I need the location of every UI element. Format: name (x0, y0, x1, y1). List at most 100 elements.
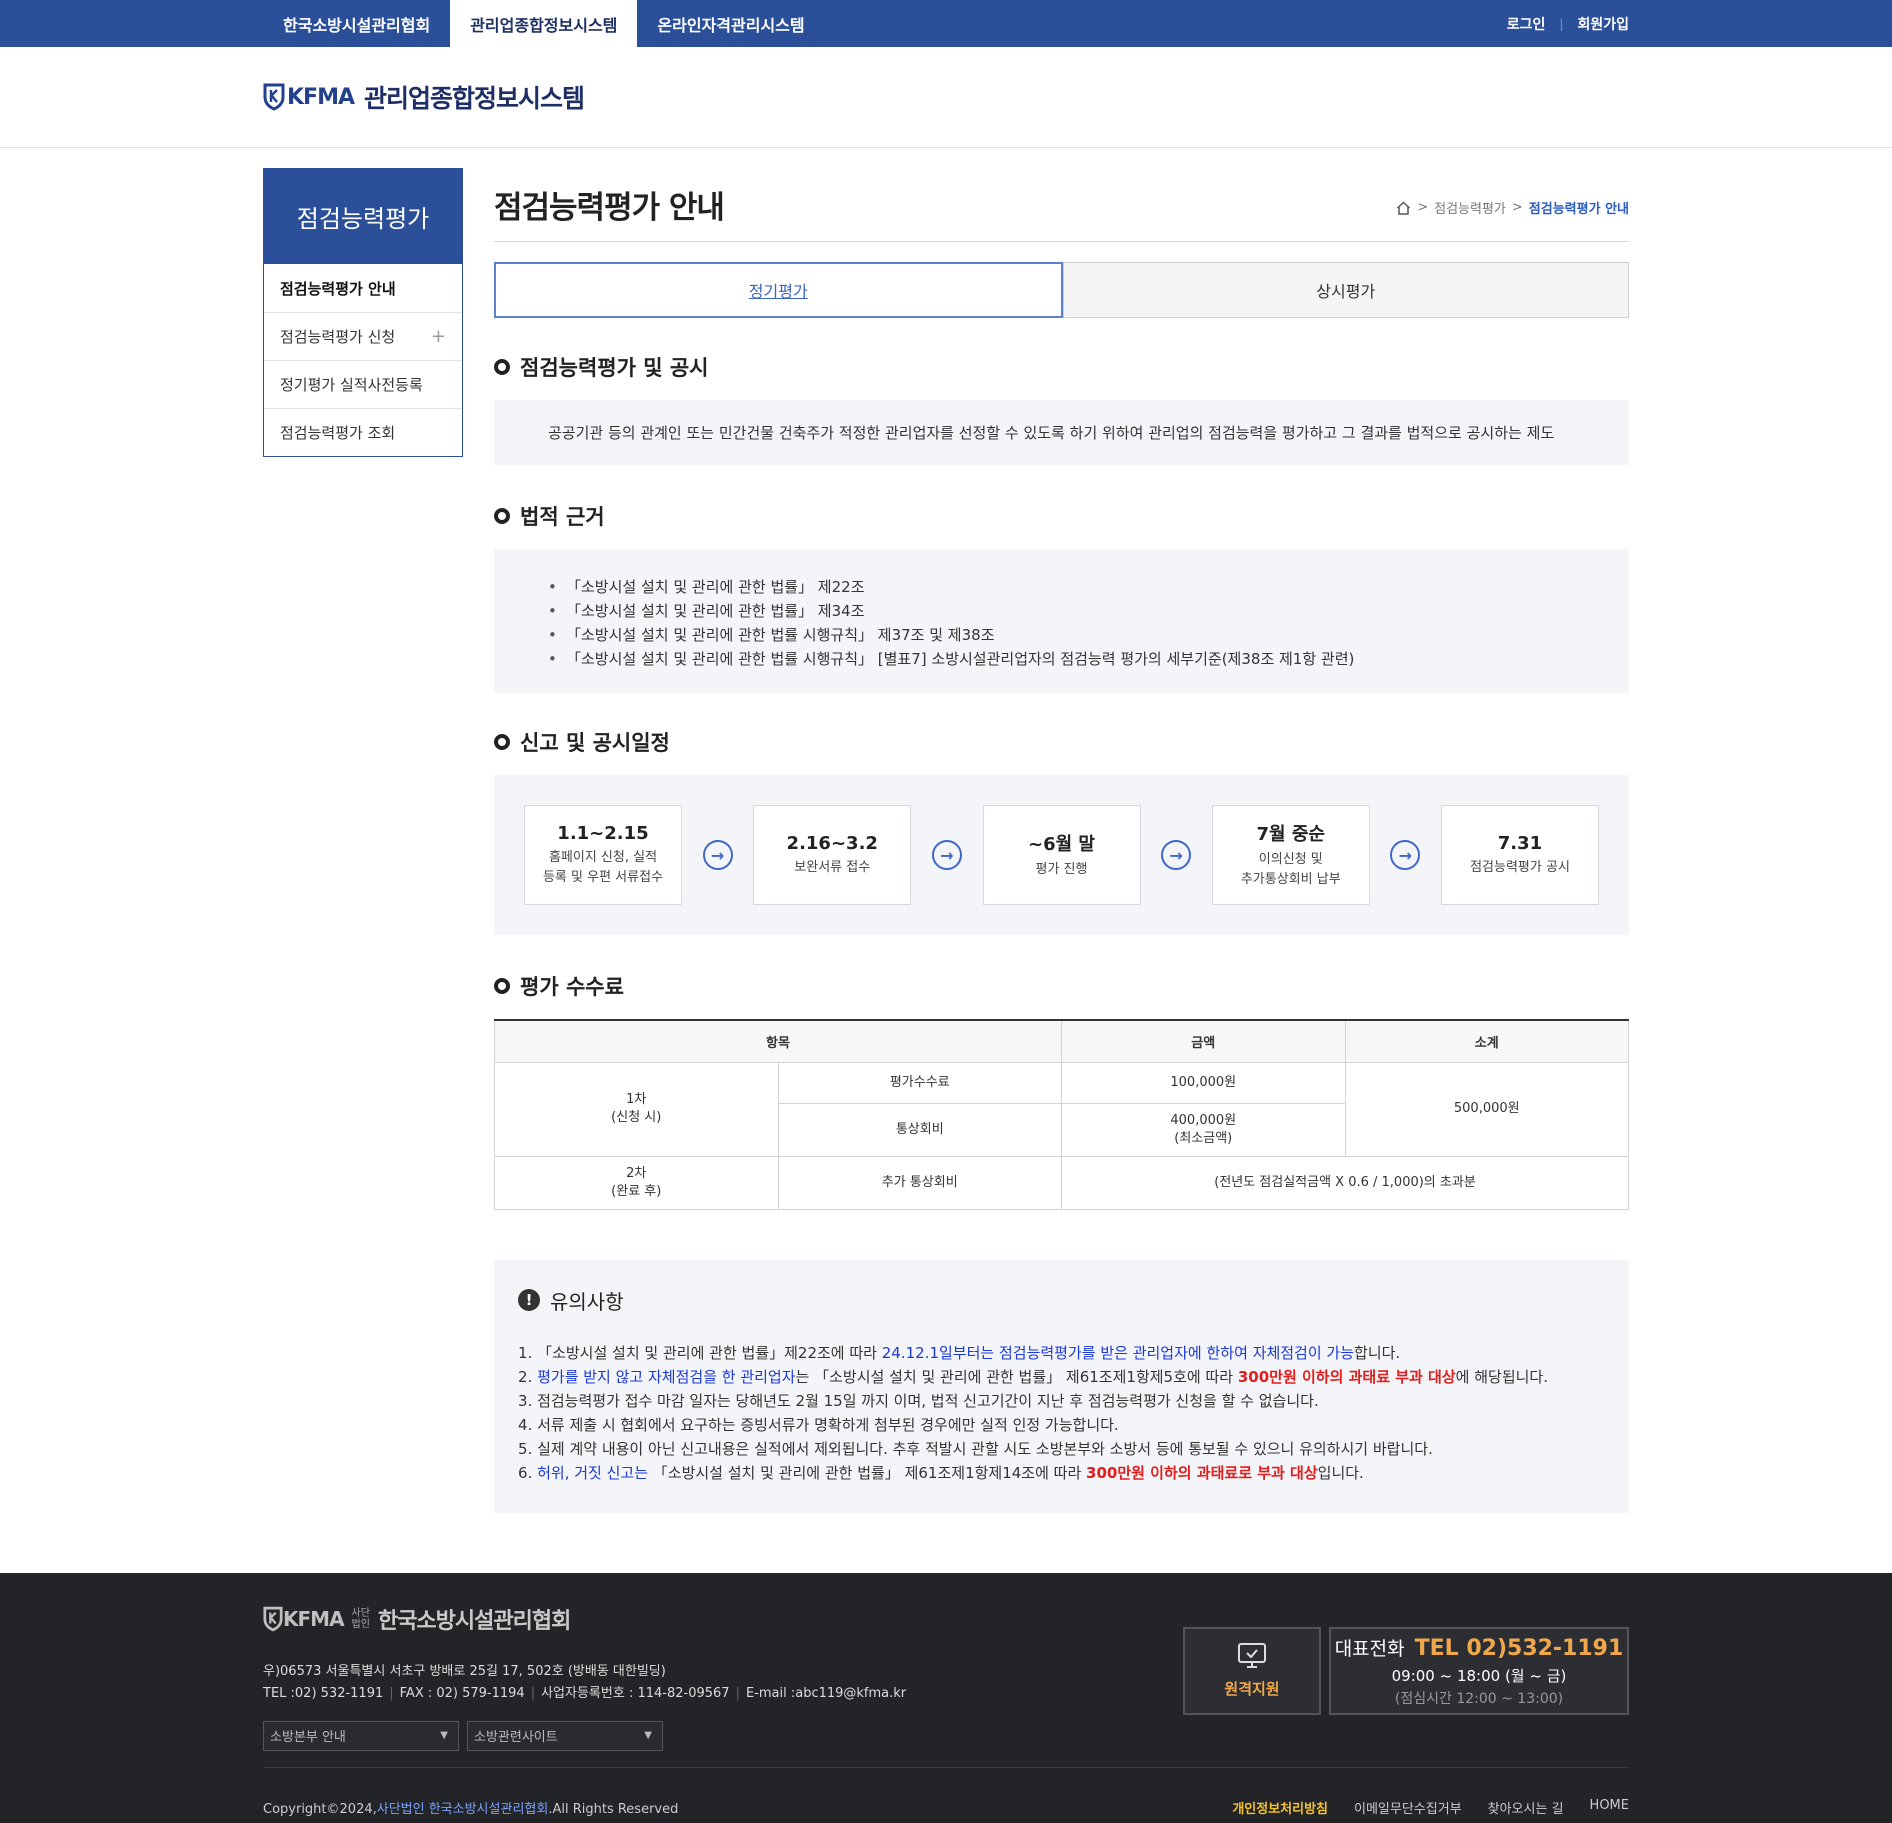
footer-logo-mark: KFMA (263, 1606, 345, 1632)
step-desc: 추가통상회비 납부 (1240, 872, 1341, 887)
privacy-policy-link[interactable]: 개인정보처리방침 (1232, 1798, 1328, 1817)
copyright-text: .All Rights Reserved (548, 1801, 679, 1817)
list-item: 3. 점검능력평가 접수 마감 일자는 당해년도 2월 15일 까지 이며, 법… (518, 1391, 1319, 1410)
caret-down-icon: ▼ (644, 1730, 652, 1741)
content-area: 점검능력평가 점검능력평가 안내 점검능력평가 신청 + 정기평가 실적사전등록… (263, 148, 1629, 1573)
footer-bottom: Copyright©2024,사단법인 한국소방시설관리협회.All Right… (263, 1766, 1629, 1817)
section-title: 평가 수수료 (494, 971, 1629, 1001)
list-item: 1. 「소방시설 설치 및 관리에 관한 법률」제22조에 따라 24.12.1… (518, 1341, 1605, 1365)
footer-selects: 소방본부 안내 ▼ 소방관련사이트 ▼ (263, 1720, 1629, 1751)
notice-text: 2. (518, 1367, 538, 1386)
tab-continuous-evaluation[interactable]: 상시평가 (1062, 262, 1629, 318)
list-item: 5. 실제 계약 내용이 아닌 신고내용은 실적에서 제외됩니다. 추후 적발시… (518, 1439, 1433, 1458)
table-cell: 1차 (신청 시) (494, 1061, 779, 1157)
lunch-hours: (점심시간 12:00 ~ 13:00) (1394, 1690, 1564, 1707)
top-tab-management-system[interactable]: 관리업종합정보시스템 (450, 0, 638, 47)
sidebar-item-guide[interactable]: 점검능력평가 안내 (264, 264, 462, 312)
cell-line: (최소금액) (1174, 1130, 1233, 1146)
list-item: 「소방시설 설치 및 관리에 관한 법률 시행규칙」 제37조 및 제38조 (548, 623, 1575, 647)
logo-mark-text: KFMA (287, 84, 355, 110)
account-links: 로그인 | 회원가입 (1483, 0, 1629, 47)
schedule-step: 7월 중순 이의신청 및 추가통상회비 납부 (1211, 805, 1370, 905)
top-tab-qualification-system[interactable]: 온라인자격관리시스템 (637, 0, 824, 47)
schedule-step: 2.16~3.2 보완서류 접수 (753, 805, 912, 905)
cell-line: (완료 후) (611, 1183, 662, 1199)
site-logo[interactable]: KFMA 관리업종합정보시스템 (263, 79, 585, 115)
notice-text: 에 해당됩니다. (1455, 1367, 1548, 1386)
notice-text: 「소방시설 설치 및 관리에 관한 법률」 제61조제1항제14조에 따라 (648, 1463, 1087, 1482)
evaluation-tabs: 정기평가 상시평가 (494, 262, 1629, 318)
bullet-ring-icon (494, 359, 510, 375)
top-tab-association[interactable]: 한국소방시설관리협회 (263, 0, 450, 47)
shield-icon (263, 1606, 283, 1631)
notice-text: 입니다. (1317, 1463, 1364, 1482)
remote-support-button[interactable]: 원격지원 (1183, 1626, 1321, 1715)
section-title: 신고 및 공시일정 (494, 727, 1629, 757)
tab-regular-evaluation[interactable]: 정기평가 (494, 262, 1063, 318)
home-icon[interactable] (1396, 200, 1411, 215)
page-title: 점검능력평가 안내 (494, 190, 725, 226)
column-header: 항목 (494, 1019, 1062, 1063)
exclamation-icon: ! (518, 1289, 540, 1311)
fire-hq-select[interactable]: 소방본부 안내 ▼ (263, 1720, 459, 1751)
footer-email: E-mail :abc119@kfma.kr (745, 1685, 907, 1701)
breadcrumb-current: 점검능력평가 안내 (1528, 202, 1629, 217)
chevron-right-icon: > (1417, 200, 1429, 215)
site-title: 관리업종합정보시스템 (364, 84, 585, 113)
arrow-right-icon: → (1390, 840, 1421, 870)
monitor-icon (1238, 1643, 1266, 1668)
breadcrumb-item[interactable]: 점검능력평가 (1434, 198, 1506, 217)
step-date: 7월 중순 (1256, 824, 1325, 845)
step-date: 1.1~2.15 (557, 822, 649, 844)
notice-highlight: 허위, 거짓 신고는 (537, 1463, 648, 1482)
main-content: 점검능력평가 안내 > 점검능력평가 > 점검능력평가 안내 정기평가 상시평가… (494, 168, 1629, 1513)
notice-highlight: 평가를 받지 않고 자체점검을 한 관리업자 (537, 1367, 796, 1386)
notice-title-text: 유의사항 (550, 1289, 624, 1314)
table-cell: 평가수수료 (777, 1061, 1062, 1104)
footer-org-name: 한국소방시설관리협회 (377, 1608, 571, 1634)
sidebar-item-apply[interactable]: 점검능력평가 신청 + (264, 312, 462, 360)
legal-basis-box: 「소방시설 설치 및 관리에 관한 법률」 제22조 「소방시설 설치 및 관리… (494, 549, 1629, 693)
signup-link[interactable]: 회원가입 (1563, 14, 1629, 34)
bullet-ring-icon (494, 508, 510, 524)
sidebar-item-lookup[interactable]: 점검능력평가 조회 (264, 408, 462, 456)
arrow-right-icon: → (702, 840, 733, 870)
breadcrumb: > 점검능력평가 > 점검능력평가 안내 (1396, 198, 1629, 227)
sidebar-menu: 점검능력평가 안내 점검능력평가 신청 + 정기평가 실적사전등록 점검능력평가… (263, 264, 463, 457)
directions-link[interactable]: 찾아오시는 길 (1488, 1798, 1564, 1817)
table-cell: 500,000원 (1344, 1061, 1629, 1157)
schedule-step: 1.1~2.15 홈페이지 신청, 실적 등록 및 우편 서류접수 (524, 805, 682, 905)
definition-text: 공공기관 등의 관계인 또는 민간건물 건축주가 적정한 관리업자를 선정할 수… (548, 424, 1555, 442)
table-cell: 통상회비 (777, 1102, 1062, 1157)
notice-highlight: 24.12.1일부터는 점검능력평가를 받은 관리업자에 한하여 자체점검이 가… (881, 1343, 1355, 1362)
chevron-right-icon: > (1511, 200, 1523, 215)
corp-line: 법인 (351, 1618, 370, 1630)
home-link[interactable]: HOME (1590, 1798, 1629, 1817)
list-item: 「소방시설 설치 및 관리에 관한 법률」 제34조 (548, 599, 1575, 623)
divider: | (1559, 16, 1564, 31)
cell-line: 1차 (626, 1092, 647, 1107)
sidebar-item-pre-registration[interactable]: 정기평가 실적사전등록 (264, 360, 462, 408)
cell-line: 2차 (626, 1165, 647, 1181)
sidebar-item-label: 점검능력평가 신청 (280, 328, 396, 346)
sidebar: 점검능력평가 점검능력평가 안내 점검능력평가 신청 + 정기평가 실적사전등록… (263, 168, 463, 1513)
schedule-step: ~6월 말 평가 진행 (982, 805, 1141, 905)
step-desc: 보완서류 접수 (794, 859, 871, 875)
footer-logo-text: KFMA (283, 1606, 345, 1631)
table-row: 2차 (완료 후) 추가 통상회비 (전년도 점검실적금액 X 0.6 / 1,… (494, 1155, 1629, 1210)
login-link[interactable]: 로그인 (1483, 14, 1546, 34)
divider: | (735, 1685, 740, 1701)
section-title-text: 법적 근거 (520, 505, 605, 529)
fee-table: 항목 금액 소계 1차 (신청 시) 평가수수료 100,000원 500,00… (494, 1019, 1629, 1210)
email-refusal-link[interactable]: 이메일무단수집거부 (1354, 1798, 1462, 1817)
list-item: 「소방시설 설치 및 관리에 관한 법률」 제22조 (548, 575, 1575, 599)
cell-line: 400,000원 (1170, 1112, 1237, 1128)
table-row: 1차 (신청 시) 평가수수료 100,000원 500,000원 (494, 1061, 1629, 1157)
select-value: 소방본부 안내 (270, 1730, 346, 1745)
section-title: 점검능력평가 및 공시 (494, 352, 1629, 382)
footer-bizno: 사업자등록번호 : 114-82-09567 (541, 1685, 730, 1701)
phone-number[interactable]: TEL 02)532-1191 (1415, 1636, 1624, 1661)
related-sites-select[interactable]: 소방관련사이트 ▼ (467, 1720, 663, 1751)
plus-icon[interactable]: + (431, 326, 446, 347)
notice-text: 는 「소방시설 설치 및 관리에 관한 법률」 제61조제1항제5호에 따라 (795, 1367, 1238, 1386)
